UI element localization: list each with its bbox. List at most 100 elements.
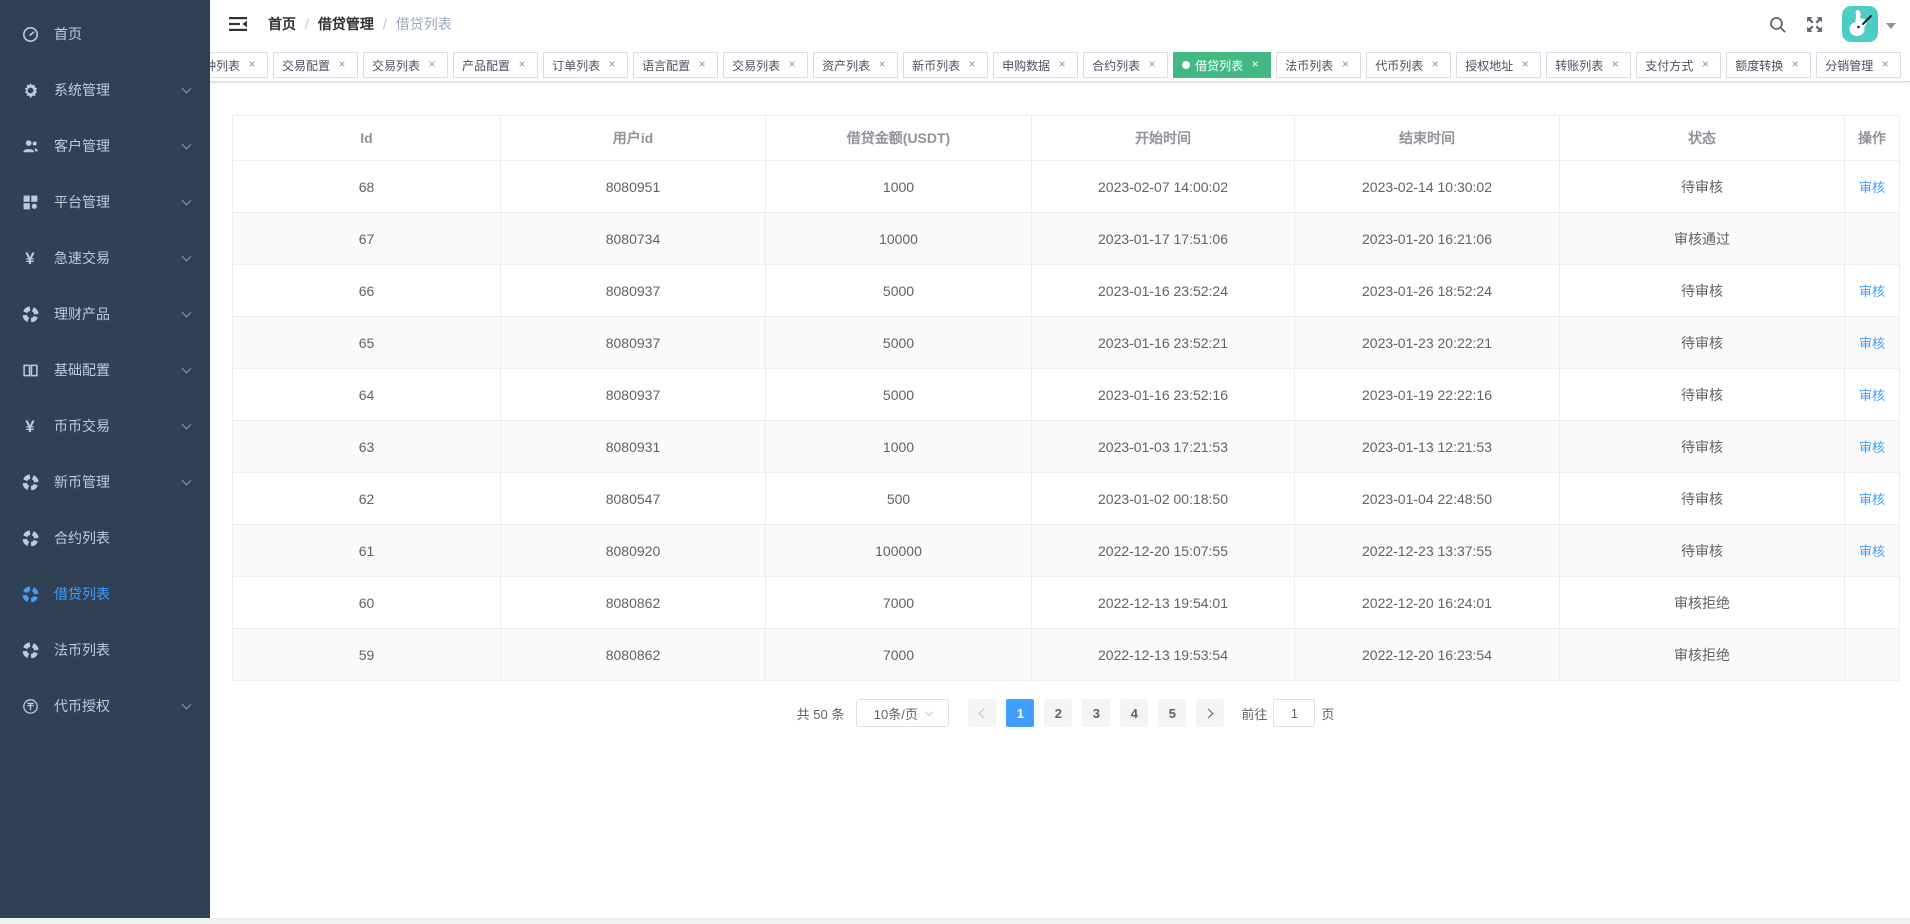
tab-label: 资产列表 xyxy=(822,57,870,74)
close-icon[interactable]: × xyxy=(605,58,619,72)
tab-1[interactable]: 交易配置× xyxy=(273,52,358,78)
tab-label: 借贷列表 xyxy=(1195,57,1243,74)
page-button-3[interactable]: 3 xyxy=(1082,699,1110,727)
close-icon[interactable]: × xyxy=(515,58,529,72)
tab-8[interactable]: 新币列表× xyxy=(903,52,988,78)
tab-label: 授权地址 xyxy=(1465,57,1513,74)
cell-action: 审核 xyxy=(1845,317,1900,369)
cell-start_time: 2023-01-02 00:18:50 xyxy=(1032,473,1295,525)
tab-5[interactable]: 语言配置× xyxy=(633,52,718,78)
tab-11[interactable]: 借贷列表 × xyxy=(1173,52,1271,78)
close-icon[interactable]: × xyxy=(425,58,439,72)
close-icon[interactable]: × xyxy=(1608,58,1622,72)
user-menu[interactable] xyxy=(1842,6,1896,42)
review-link[interactable]: 审核 xyxy=(1859,388,1885,403)
sidebar-item-3[interactable]: 平台管理 xyxy=(0,174,210,230)
next-page-button[interactable] xyxy=(1196,699,1224,727)
tab-15[interactable]: 转账列表× xyxy=(1546,52,1631,78)
review-link[interactable]: 审核 xyxy=(1859,544,1885,559)
sidebar: 首页系统管理客户管理平台管理¥急速交易理财产品基础配置 ¥币币交易新币管理合约列表… xyxy=(0,0,210,924)
tab-14[interactable]: 授权地址 × xyxy=(1456,52,1541,78)
close-icon[interactable]: × xyxy=(1338,58,1352,72)
cell-amount: 1000 xyxy=(766,421,1032,473)
cell-user_id: 8080920 xyxy=(501,525,766,577)
goto-page-input[interactable] xyxy=(1273,699,1315,727)
page-button-1[interactable]: 1 xyxy=(1006,699,1034,727)
sidebar-item-0[interactable]: 首页 xyxy=(0,6,210,62)
page-content: Id用户id借贷金额(USDT)开始时间结束时间状态操作 68808095110… xyxy=(210,82,1910,727)
close-icon[interactable]: × xyxy=(1145,58,1159,72)
hamburger-collapse-icon[interactable] xyxy=(228,15,248,33)
sidebar-item-6[interactable]: 基础配置 xyxy=(0,342,210,398)
tab-18[interactable]: 分销管理× xyxy=(1816,52,1901,78)
close-icon[interactable]: × xyxy=(1248,58,1262,72)
tab-10[interactable]: 合约列表× xyxy=(1083,52,1168,78)
tab-2[interactable]: 交易列表 × xyxy=(363,52,448,78)
column-header-6: 操作 xyxy=(1845,116,1900,161)
sidebar-item-9[interactable]: 合约列表 xyxy=(0,510,210,566)
sidebar-item-7[interactable]: ¥币币交易 xyxy=(0,398,210,454)
review-link[interactable]: 审核 xyxy=(1859,180,1885,195)
tab-0[interactable]: 币种列表 × xyxy=(210,52,268,78)
search-icon[interactable] xyxy=(1768,15,1787,34)
review-link[interactable]: 审核 xyxy=(1859,492,1885,507)
avatar[interactable] xyxy=(1842,6,1878,42)
tab-4[interactable]: 订单列表× xyxy=(543,52,628,78)
review-link[interactable]: 审核 xyxy=(1859,284,1885,299)
tags-view: 币种列表×交易配置×交易列表×产品配置×订单列表×语言配置×交易列表×资产列表×… xyxy=(210,48,1910,82)
sidebar-item-11[interactable]: 法币列表 xyxy=(0,622,210,678)
tab-label: 币种列表 xyxy=(210,57,240,74)
grid-icon xyxy=(20,193,40,211)
sidebar-item-5[interactable]: 理财产品 xyxy=(0,286,210,342)
sidebar-item-4[interactable]: ¥急速交易 xyxy=(0,230,210,286)
close-icon[interactable]: × xyxy=(1428,58,1442,72)
tab-3[interactable]: 产品配置× xyxy=(453,52,538,78)
page-button-4[interactable]: 4 xyxy=(1120,699,1148,727)
tab-16[interactable]: 支付方式× xyxy=(1636,52,1721,78)
column-header-3: 开始时间 xyxy=(1032,116,1295,161)
column-header-2: 借贷金额(USDT) xyxy=(766,116,1032,161)
close-icon[interactable]: × xyxy=(1698,58,1712,72)
close-icon[interactable]: × xyxy=(1878,58,1892,72)
close-icon[interactable]: × xyxy=(1518,58,1532,72)
tab-7[interactable]: 资产列表 × xyxy=(813,52,898,78)
page-button-5[interactable]: 5 xyxy=(1158,699,1186,727)
cell-end_time: 2022-12-20 16:23:54 xyxy=(1295,629,1560,681)
page-size-select[interactable]: 10条/页 xyxy=(856,699,949,727)
sidebar-item-label: 新币管理 xyxy=(54,472,110,492)
close-icon[interactable]: × xyxy=(785,58,799,72)
review-link[interactable]: 审核 xyxy=(1859,440,1885,455)
close-icon[interactable]: × xyxy=(875,58,889,72)
cell-start_time: 2023-02-07 14:00:02 xyxy=(1032,161,1295,213)
fullscreen-icon[interactable] xyxy=(1805,15,1824,34)
tab-17[interactable]: 额度转换× xyxy=(1726,52,1811,78)
sidebar-item-2[interactable]: 客户管理 xyxy=(0,118,210,174)
breadcrumb-item-0[interactable]: 首页 xyxy=(268,14,296,34)
table-row: 68808095110002023-02-07 14:00:022023-02-… xyxy=(233,161,1900,213)
sidebar-item-1[interactable]: 系统管理 xyxy=(0,62,210,118)
close-icon[interactable]: × xyxy=(965,58,979,72)
close-icon[interactable]: × xyxy=(695,58,709,72)
close-icon[interactable]: × xyxy=(1055,58,1069,72)
prev-page-button[interactable] xyxy=(968,699,996,727)
breadcrumb-item-1[interactable]: 借贷管理 xyxy=(318,14,374,34)
tab-12[interactable]: 法币列表× xyxy=(1276,52,1361,78)
sidebar-item-label: 基础配置 xyxy=(54,360,110,380)
close-icon[interactable]: × xyxy=(1788,58,1802,72)
horizontal-scrollbar[interactable] xyxy=(0,918,1910,924)
column-header-1: 用户id xyxy=(501,116,766,161)
sidebar-item-10[interactable]: 借贷列表 xyxy=(0,566,210,622)
close-icon[interactable]: × xyxy=(335,58,349,72)
cell-action xyxy=(1845,577,1900,629)
cell-id: 68 xyxy=(233,161,501,213)
page-button-2[interactable]: 2 xyxy=(1044,699,1072,727)
tab-13[interactable]: 代币列表× xyxy=(1366,52,1451,78)
tab-label: 交易列表 xyxy=(372,57,420,74)
tab-9[interactable]: 申购数据× xyxy=(993,52,1078,78)
sidebar-item-label: 客户管理 xyxy=(54,136,110,156)
close-icon[interactable]: × xyxy=(245,58,259,72)
tab-6[interactable]: 交易列表× xyxy=(723,52,808,78)
review-link[interactable]: 审核 xyxy=(1859,336,1885,351)
sidebar-item-8[interactable]: 新币管理 xyxy=(0,454,210,510)
sidebar-item-12[interactable]: 代币授权 xyxy=(0,678,210,734)
